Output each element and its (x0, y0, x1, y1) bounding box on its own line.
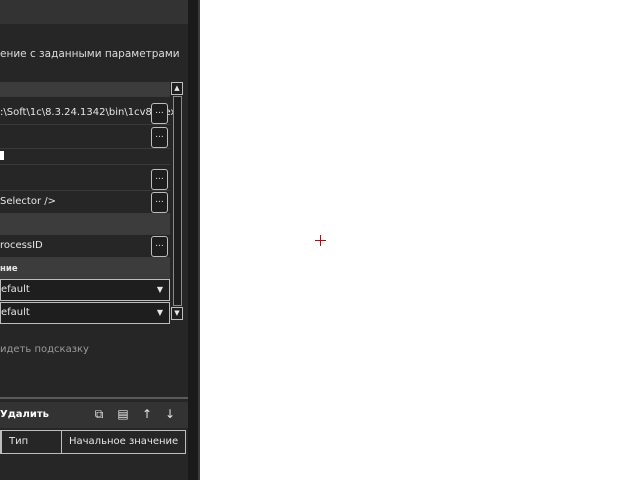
delete-button[interactable]: Удалить (0, 409, 49, 420)
combo-1-value: efault (1, 284, 30, 295)
browse-path-button[interactable]: ... (151, 103, 168, 124)
paste-icon[interactable]: ▤ (116, 407, 130, 421)
selector-value: Selector /> (0, 196, 57, 207)
browse-process-button[interactable]: ... (151, 236, 168, 257)
combo-2[interactable]: efault ▼ (0, 302, 170, 324)
property-row-path[interactable]: :\Soft\1c\8.3.24.1342\bin\1cv8ct.exe ... (0, 102, 182, 125)
scrollbar-track[interactable] (173, 96, 182, 306)
arrow-down-icon[interactable]: ↓ (163, 407, 177, 421)
browse-selector-button[interactable]: ... (151, 192, 168, 213)
caret-down-icon: ▼ (156, 285, 163, 294)
divider (0, 397, 188, 399)
property-row-process[interactable]: rocessID ... (0, 235, 170, 258)
hint-text: идеть подсказку (0, 344, 89, 355)
property-row-args[interactable]: ... (0, 126, 170, 149)
combo-2-value: efault (1, 307, 30, 318)
property-category-header (0, 82, 170, 97)
scroll-up-arrow-icon[interactable]: ▲ (171, 82, 183, 95)
panel-header-strip (0, 0, 188, 24)
column-initial-value[interactable]: Начальное значение (61, 431, 178, 453)
variables-toolbar: Удалить ⧉ ▤ ↑ ↓ (0, 402, 188, 428)
cursor-crosshair-icon (315, 235, 326, 246)
flag-checkbox[interactable] (0, 151, 4, 160)
browse-args-button[interactable]: ... (151, 127, 168, 148)
property-row-selector[interactable]: Selector /> ... (0, 191, 170, 214)
panel-edge (188, 0, 200, 480)
combo-1[interactable]: efault ▼ (0, 279, 170, 301)
scroll-down-arrow-icon[interactable]: ▼ (171, 307, 183, 320)
copy-icon[interactable]: ⧉ (92, 407, 106, 421)
variables-table-header: Тип Начальное значение (0, 430, 186, 454)
properties-panel: ение с заданными параметрами :\Soft\1c\8… (0, 0, 188, 480)
action-description: ение с заданными параметрами (0, 48, 180, 60)
property-row-flag[interactable] (0, 148, 170, 165)
caret-down-icon: ▼ (156, 308, 163, 317)
process-value: rocessID (0, 240, 43, 251)
property-grid-scrollbar[interactable]: ▲ ▼ (171, 82, 183, 328)
property-category-2 (0, 214, 170, 235)
browse-empty-button[interactable]: ... (151, 169, 168, 190)
column-type[interactable]: Тип (1, 431, 28, 453)
property-row-empty[interactable]: ... (0, 168, 170, 191)
property-category-3: ние (0, 258, 170, 279)
category-label: ние (0, 264, 18, 274)
arrow-up-icon[interactable]: ↑ (140, 407, 154, 421)
property-grid: :\Soft\1c\8.3.24.1342\bin\1cv8ct.exe ...… (0, 82, 182, 328)
